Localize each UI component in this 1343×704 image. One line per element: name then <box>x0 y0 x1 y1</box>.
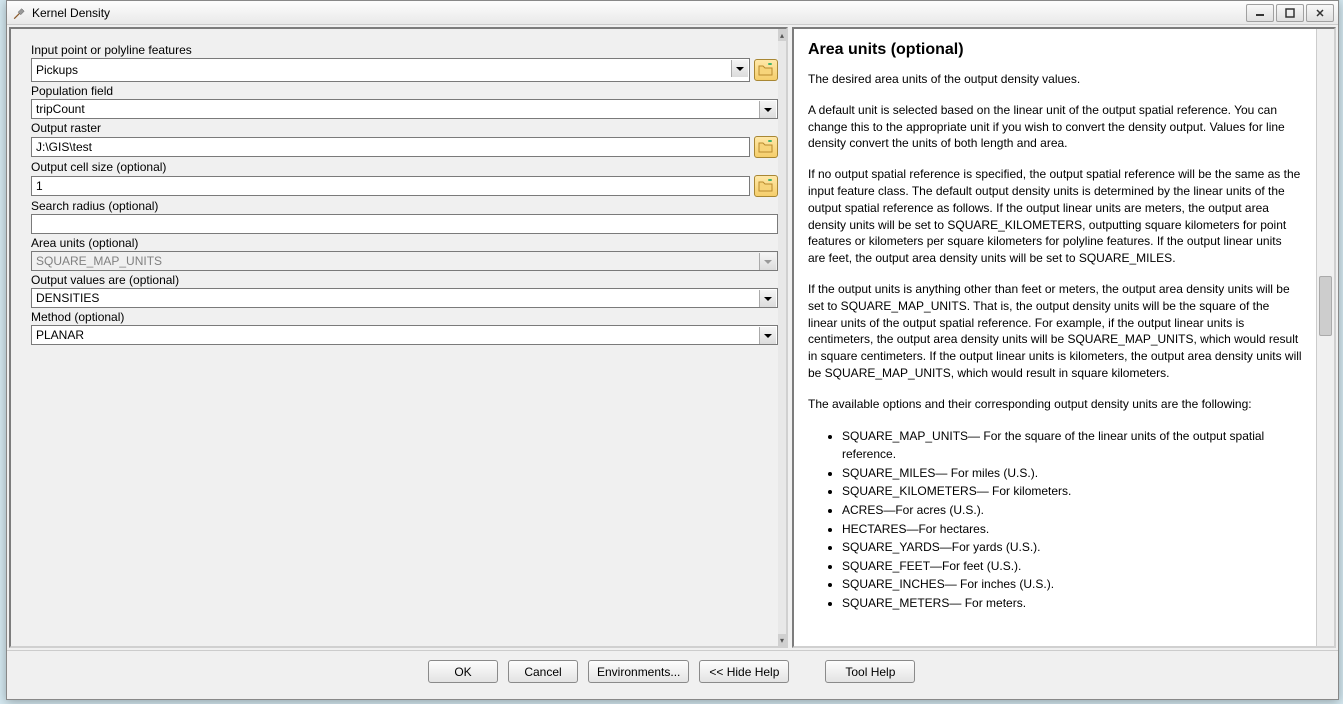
chevron-down-icon <box>759 253 776 270</box>
help-options-list: SQUARE_MAP_UNITS— For the square of the … <box>842 427 1302 613</box>
method-dropdown[interactable]: PLANAR <box>31 325 778 345</box>
list-item: SQUARE_MILES— For miles (U.S.). <box>842 464 1302 483</box>
minimize-button[interactable] <box>1246 4 1274 22</box>
label-population-field: Population field <box>31 84 778 98</box>
list-item: SQUARE_METERS— For meters. <box>842 594 1302 613</box>
chevron-down-icon <box>759 101 776 118</box>
dialog-window: Kernel Density Input point or polyline f… <box>6 0 1339 700</box>
list-item: SQUARE_MAP_UNITS— For the square of the … <box>842 427 1302 464</box>
list-item: ACRES—For acres (U.S.). <box>842 501 1302 520</box>
input-features-dropdown[interactable]: Pickups <box>31 58 750 82</box>
method-value: PLANAR <box>36 328 84 342</box>
browse-button[interactable] <box>754 175 778 197</box>
button-bar: OK Cancel Environments... << Hide Help T… <box>7 650 1338 692</box>
output-values-value: DENSITIES <box>36 291 99 305</box>
help-paragraph: If the output units is anything other th… <box>808 281 1302 382</box>
search-radius-input[interactable] <box>31 214 778 234</box>
label-area-units: Area units (optional) <box>31 236 778 250</box>
cancel-button[interactable]: Cancel <box>508 660 578 683</box>
help-paragraph: The desired area units of the output den… <box>808 71 1302 88</box>
scroll-down-icon[interactable]: ▾ <box>778 634 786 646</box>
help-paragraph: A default unit is selected based on the … <box>808 102 1302 152</box>
label-input-features: Input point or polyline features <box>31 43 778 57</box>
environments-button[interactable]: Environments... <box>588 660 689 683</box>
chevron-down-icon <box>759 290 776 307</box>
area-units-value: SQUARE_MAP_UNITS <box>36 254 162 268</box>
population-field-dropdown[interactable]: tripCount <box>31 99 778 119</box>
label-cell-size: Output cell size (optional) <box>31 160 778 174</box>
input-features-value: Pickups <box>36 63 78 77</box>
maximize-button[interactable] <box>1276 4 1304 22</box>
window-title: Kernel Density <box>32 6 1246 20</box>
list-item: SQUARE_YARDS—For yards (U.S.). <box>842 538 1302 557</box>
browse-button[interactable] <box>754 136 778 158</box>
list-item: SQUARE_INCHES— For inches (U.S.). <box>842 575 1302 594</box>
output-raster-value: J:\GIS\test <box>36 140 92 154</box>
ok-button[interactable]: OK <box>428 660 498 683</box>
help-paragraph: If no output spatial reference is specif… <box>808 166 1302 267</box>
cell-size-value: 1 <box>36 179 43 193</box>
population-field-value: tripCount <box>36 102 85 116</box>
hammer-icon <box>11 5 27 21</box>
output-raster-input[interactable]: J:\GIS\test <box>31 137 750 157</box>
list-item: HECTARES—For hectares. <box>842 520 1302 539</box>
scroll-thumb[interactable] <box>1319 276 1332 336</box>
area-units-dropdown[interactable]: SQUARE_MAP_UNITS <box>31 251 778 271</box>
tool-help-button[interactable]: Tool Help <box>825 660 915 683</box>
cell-size-input[interactable]: 1 <box>31 176 750 196</box>
parameters-panel: Input point or polyline features Pickups… <box>9 27 788 648</box>
titlebar[interactable]: Kernel Density <box>7 1 1338 25</box>
help-paragraph: The available options and their correspo… <box>808 396 1302 413</box>
chevron-down-icon <box>759 327 776 344</box>
label-output-raster: Output raster <box>31 121 778 135</box>
list-item: SQUARE_KILOMETERS— For kilometers. <box>842 482 1302 501</box>
label-search-radius: Search radius (optional) <box>31 199 778 213</box>
browse-button[interactable] <box>754 59 778 81</box>
label-output-values: Output values are (optional) <box>31 273 778 287</box>
output-values-dropdown[interactable]: DENSITIES <box>31 288 778 308</box>
scrollbar[interactable] <box>1316 29 1334 646</box>
scroll-up-icon[interactable]: ▴ <box>778 29 786 41</box>
list-item: SQUARE_FEET—For feet (U.S.). <box>842 557 1302 576</box>
chevron-down-icon <box>731 60 748 77</box>
hide-help-button[interactable]: << Hide Help <box>699 660 789 683</box>
close-button[interactable] <box>1306 4 1334 22</box>
label-method: Method (optional) <box>31 310 778 324</box>
help-title: Area units (optional) <box>808 41 1302 59</box>
help-panel: Area units (optional) The desired area u… <box>792 27 1336 648</box>
scrollbar[interactable]: ▴ ▾ <box>778 29 786 646</box>
